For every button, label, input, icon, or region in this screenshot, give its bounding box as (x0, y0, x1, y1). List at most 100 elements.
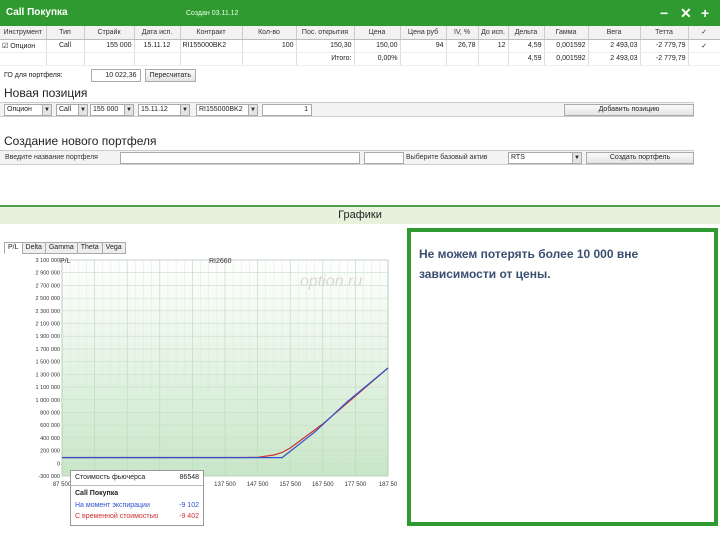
chart-title: RI2660 (209, 258, 232, 265)
col-header[interactable]: Контракт (180, 26, 243, 40)
chart-tabs: P/L Delta Gamma Theta Vega (4, 242, 126, 254)
totals-delta: 4,59 (508, 52, 545, 66)
guarantee-field[interactable]: 10 022,36 (90, 69, 141, 82)
cell-iv: 26,78 (446, 39, 479, 53)
col-header[interactable]: Вега (588, 26, 641, 40)
chevron-down-icon: ▼ (42, 105, 51, 115)
qty-input[interactable]: 1 (262, 104, 312, 116)
x-tick-label: 147 500 (247, 482, 269, 488)
portfolio-name-input[interactable] (120, 152, 360, 164)
col-header[interactable]: Страйк (84, 26, 135, 40)
legend-label: На момент экспирации (75, 502, 150, 509)
new-position-title: Новая позиция (4, 86, 88, 100)
add-position-button[interactable]: Добавить позицию (564, 104, 694, 116)
asset-select[interactable]: RTS ▼ (508, 152, 582, 164)
tab-pl[interactable]: P/L (4, 242, 23, 254)
cell-open-price: 150,30 (296, 39, 355, 53)
legend-row: Стоимость фьючерса 86548 (75, 474, 199, 484)
x-tick-label: 187 50 (379, 482, 398, 488)
y-tick-label: 1 700 000 (36, 347, 60, 353)
col-header[interactable]: Кол-во (242, 26, 297, 40)
col-header[interactable]: Цена руб (400, 26, 447, 40)
chevron-down-icon: ▼ (572, 153, 581, 163)
legend-divider (71, 485, 203, 486)
checkbox-icon[interactable]: ☑ (2, 43, 10, 50)
col-header[interactable]: До исп. (478, 26, 509, 40)
date-select[interactable]: 15.11.12 ▼ (138, 104, 190, 116)
totals-label: Итого: (296, 52, 355, 66)
col-header[interactable]: IV, % (446, 26, 479, 40)
cell-contract: RI155000BK2 (180, 39, 243, 53)
totals-gamma: 0,001592 (544, 52, 589, 66)
chevron-down-icon: ▼ (124, 105, 133, 115)
y-tick-label: 1 500 000 (36, 360, 60, 366)
y-tick-label: 800 000 (40, 410, 60, 416)
legend-value: -9 402 (179, 513, 199, 520)
col-header[interactable]: Тетта (640, 26, 689, 40)
legend-value: 86548 (179, 474, 199, 481)
col-header[interactable]: Дата исп. (134, 26, 181, 40)
cell-type: Call (46, 39, 85, 53)
col-header[interactable]: Пос. открытия (296, 26, 355, 40)
recalculate-button[interactable]: Пересчитать (144, 69, 196, 82)
cell-strike: 155 000 (84, 39, 135, 53)
y-tick-label: 1 100 000 (36, 385, 60, 391)
create-portfolio-button[interactable]: Создать портфель (586, 152, 694, 164)
col-header[interactable]: Гамма (544, 26, 589, 40)
col-header[interactable]: Цена (354, 26, 401, 40)
legend-label: Call Покупка (75, 490, 119, 497)
cell-check[interactable]: ✓ (688, 39, 720, 53)
new-portfolio-title: Создание нового портфеля (4, 134, 157, 148)
col-header[interactable]: Дельта (508, 26, 545, 40)
legend-label: Стоимость фьючерса (75, 474, 146, 481)
window-title: Call Покупка (6, 7, 68, 18)
y-tick-label: 0 (57, 461, 60, 467)
minimize-button[interactable]: − (660, 5, 668, 21)
strike-select[interactable]: 155 000 ▼ (90, 104, 134, 116)
legend-row: С временной стоимостью -9 402 (75, 513, 199, 523)
cell-instrument[interactable]: ☑ Опцион (0, 39, 47, 53)
asset-label: Выберите базовый актив (406, 154, 488, 161)
created-date: Создан 03.11.12 (186, 10, 239, 17)
positions-table: Инструмент Тип Страйк Дата исп. Контракт… (0, 26, 720, 66)
col-header[interactable]: Инструмент (0, 26, 47, 40)
cell-qty[interactable]: 100 (242, 39, 297, 53)
table-row[interactable]: ☑ Опцион Call 155 000 15.11.12 RI155000B… (0, 39, 720, 53)
window-titlebar: Call Покупка Создан 03.11.12 − ✕ + (0, 0, 720, 26)
tab-delta[interactable]: Delta (21, 242, 46, 254)
type-select[interactable]: Call ▼ (56, 104, 88, 116)
tab-theta[interactable]: Theta (76, 242, 103, 254)
x-tick-label: 177 500 (345, 482, 367, 488)
pl-chart[interactable]: 87 50097 500107 500117 500127 500137 500… (4, 254, 400, 494)
instrument-select[interactable]: Опцион ▼ (4, 104, 52, 116)
legend-value: -9 102 (179, 502, 199, 509)
legend-label: С временной стоимостью (75, 513, 159, 520)
y-tick-label: 400 000 (40, 436, 60, 442)
col-header[interactable]: Тип (46, 26, 85, 40)
tab-vega[interactable]: Vega (101, 242, 126, 254)
contract-select[interactable]: RI155000BK2 ▼ (196, 104, 258, 116)
totals-theta: -2 779,79 (640, 52, 689, 66)
cell-price: 150,00 (354, 39, 401, 53)
y-tick-label: 3 100 000 (36, 258, 60, 264)
tab-gamma[interactable]: Gamma (44, 242, 78, 254)
totals-price: 0,00% (354, 52, 401, 66)
x-tick-label: 167 500 (312, 482, 334, 488)
y-tick-label: 2 300 000 (36, 309, 60, 315)
guarantee-row: ГО для портфеля: 10 022,36 Пересчитать (4, 69, 196, 82)
col-header[interactable]: ✓ (688, 26, 720, 40)
close-button[interactable]: ✕ (680, 5, 692, 22)
pl-chart-svg: 87 50097 500107 500117 500127 500137 500… (36, 258, 398, 488)
callout-text: Не можем потерять более 10 000 вне завис… (419, 247, 639, 281)
y-tick-label: 2 700 000 (36, 283, 60, 289)
y-tick-label: 2 900 000 (36, 271, 60, 277)
x-tick-label: 87 500 (53, 482, 72, 488)
portfolio-extra-input[interactable] (364, 152, 404, 164)
new-position-bar: Опцион ▼ Call ▼ 155 000 ▼ 15.11.12 ▼ RI15500… (0, 102, 694, 117)
cell-theta: -2 779,79 (640, 39, 689, 53)
new-portfolio-bar: Введите название портфеля Выберите базов… (0, 150, 694, 165)
chart-watermark: option.ru (300, 273, 362, 290)
chevron-down-icon: ▼ (78, 105, 87, 115)
add-button[interactable]: + (701, 5, 709, 21)
portfolio-name-label: Введите название портфеля (5, 154, 98, 161)
